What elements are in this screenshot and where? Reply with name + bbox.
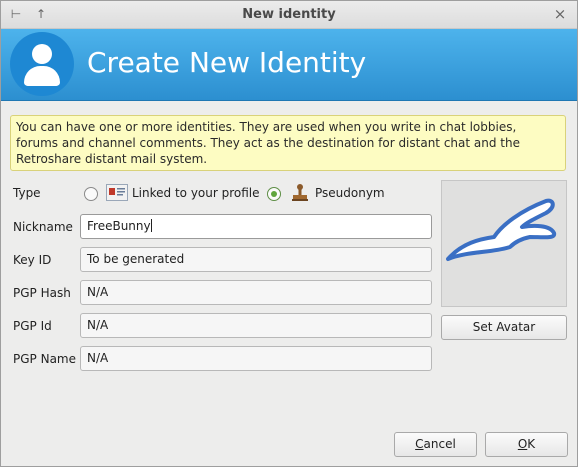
text-cursor (150, 219, 152, 232)
ok-mnemonic: O (517, 437, 528, 451)
cancel-label: ancel (423, 437, 456, 451)
ok-button[interactable]: OK (485, 432, 568, 457)
pgpid-field[interactable]: N/A (80, 313, 432, 338)
stamp-icon (290, 183, 310, 206)
pgpid-label: PGP Id (13, 319, 52, 333)
title-bar: ⊢ ↑ New identity × (1, 1, 577, 29)
pgphash-field[interactable]: N/A (80, 280, 432, 305)
cancel-button[interactable]: Cancel (394, 432, 477, 457)
keyid-field[interactable]: To be generated (80, 247, 432, 272)
pgphash-label: PGP Hash (13, 286, 71, 300)
user-icon (10, 32, 74, 96)
linked-profile-label[interactable]: Linked to your profile (132, 186, 260, 200)
pgpname-field[interactable]: N/A (80, 346, 432, 371)
pseudonym-radio[interactable] (267, 187, 281, 201)
nickname-value: FreeBunny (87, 219, 151, 233)
window-title: New identity (242, 7, 336, 22)
info-message: You can have one or more identities. The… (10, 115, 566, 171)
ok-label: K (527, 437, 536, 451)
pgpname-label: PGP Name (13, 352, 76, 366)
nickname-label: Nickname (13, 220, 73, 234)
keyid-label: Key ID (13, 253, 52, 267)
avatar-preview (441, 180, 567, 307)
bunny-logo-icon (446, 198, 557, 261)
profile-card-icon (106, 184, 128, 201)
header-banner: Create New Identity (1, 29, 577, 101)
header-title: Create New Identity (87, 46, 367, 79)
nickname-field[interactable]: FreeBunny (80, 214, 432, 239)
linked-profile-radio[interactable] (84, 187, 98, 201)
new-identity-window: ⊢ ↑ New identity × Create New Identity Y… (0, 0, 578, 467)
pseudonym-label[interactable]: Pseudonym (315, 186, 385, 200)
close-icon[interactable]: × (553, 7, 567, 22)
type-label: Type (13, 186, 41, 200)
cancel-mnemonic: C (415, 437, 424, 451)
set-avatar-button[interactable]: Set Avatar (441, 315, 567, 340)
